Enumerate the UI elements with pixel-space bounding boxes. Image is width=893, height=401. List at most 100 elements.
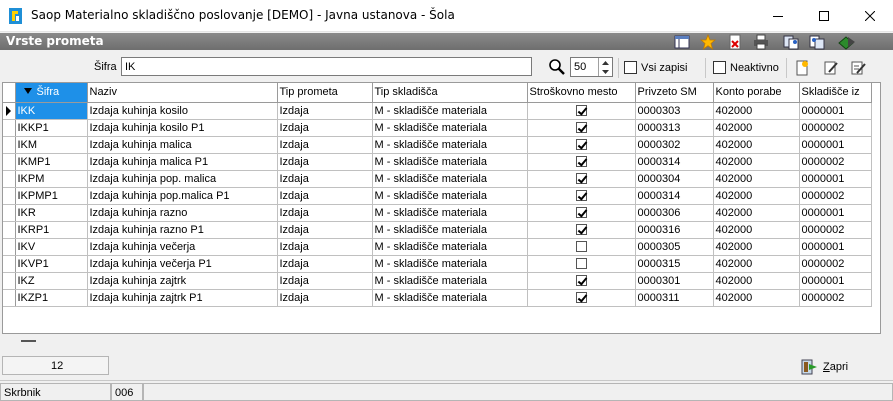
column-header-default-cc[interactable]: Privzeto SM [635,83,714,103]
cell-code: IKRP1 [15,221,88,239]
cell-cost-center[interactable] [527,221,636,239]
column-header-store-from[interactable]: Skladišče iz [799,83,872,103]
cell-code: IKR [15,204,88,222]
cell-code: IKZP1 [15,289,88,307]
row-indicator[interactable] [3,170,16,188]
layout-button[interactable] [673,33,691,51]
row-indicator[interactable] [3,238,16,256]
cell-account: 402000 [713,289,800,307]
inactive-label: Neaktivno [730,62,779,74]
code-filter-input[interactable] [121,57,532,76]
cell-store-type: M - skladišče materiala [372,255,528,273]
close-button[interactable]: Zapri [801,356,855,378]
record-limit-stepper[interactable]: 50 [570,57,613,77]
all-records-checkbox[interactable] [624,61,637,74]
table-row[interactable]: IKM Izdaja kuhinja malica Izdaja M - skladi… [3,136,872,154]
minimize-button[interactable] [755,0,801,32]
cell-store-from: 0000001 [799,102,872,120]
cell-store-type: M - skladišče materiala [372,170,528,188]
cell-cost-center[interactable] [527,204,636,222]
cost-center-checkbox[interactable] [575,241,587,253]
cell-cost-center[interactable] [527,136,636,154]
cost-center-checkbox[interactable] [575,105,587,117]
export-button[interactable] [838,33,856,51]
table-row[interactable]: IKPMP1 Izdaja kuhinja pop.malica P1 Izdaja… [3,187,872,205]
row-indicator[interactable] [3,102,16,120]
column-header-cost-center[interactable]: Stroškovno mesto [527,83,636,103]
cell-cost-center[interactable] [527,238,636,256]
cell-cost-center[interactable] [527,187,636,205]
cost-center-checkbox[interactable] [575,156,587,168]
cell-name: Izdaja kuhinja malica P1 [87,153,278,171]
close-window-button[interactable] [847,0,893,32]
paste-button[interactable] [808,33,826,51]
table-row[interactable]: IKKP1 Izdaja kuhinja kosilo P1 Izdaja M - s… [3,119,872,137]
cell-code: IKMP1 [15,153,88,171]
favorites-button[interactable] [699,33,717,51]
column-header-name[interactable]: Naziv [87,83,278,103]
copy-button[interactable] [782,33,800,51]
table-row[interactable]: IKV Izdaja kuhinja večerja Izdaja M - sklad… [3,238,872,256]
cost-center-checkbox[interactable] [575,190,587,202]
row-indicator[interactable] [3,255,16,273]
cell-cost-center[interactable] [527,289,636,307]
maximize-button[interactable] [801,0,847,32]
cost-center-checkbox[interactable] [575,207,587,219]
cell-cost-center[interactable] [527,119,636,137]
cell-name: Izdaja kuhinja večerja [87,238,278,256]
cell-default-cc: 0000303 [635,102,714,120]
records-grid[interactable]: Šifra Naziv Tip prometa Tip skladišča St… [2,82,881,334]
row-indicator[interactable] [3,221,16,239]
status-user: Skrbnik [0,383,111,401]
row-indicator[interactable] [3,153,16,171]
table-row[interactable]: IKVP1 Izdaja kuhinja večerja P1 Izdaja M - … [3,255,872,273]
cell-account: 402000 [713,187,800,205]
cost-center-checkbox[interactable] [575,139,587,151]
row-indicator[interactable] [3,272,16,290]
delete-filter-button[interactable] [726,33,744,51]
table-row[interactable]: IKK Izdaja kuhinja kosilo Izdaja M - skladi… [3,102,872,120]
cost-center-checkbox[interactable] [575,224,587,236]
table-row[interactable]: IKPM Izdaja kuhinja pop. malica Izdaja M - … [3,170,872,188]
cost-center-checkbox[interactable] [575,275,587,287]
record-count-box: 12 [2,356,109,375]
row-indicator[interactable] [3,119,16,137]
cost-center-checkbox[interactable] [575,122,587,134]
status-message [143,383,893,401]
cost-center-checkbox[interactable] [575,292,587,304]
search-icon[interactable] [548,58,566,76]
edit-record-button[interactable] [822,59,840,77]
panel-splitter-handle[interactable] [21,340,36,342]
table-row[interactable]: IKZP1 Izdaja kuhinja zajtrk P1 Izdaja M - s… [3,289,872,307]
new-record-button[interactable] [793,59,811,77]
row-indicator[interactable] [3,136,16,154]
spin-up-button[interactable] [598,58,612,67]
cell-store-type: M - skladišče materiala [372,289,528,307]
close-button-label: Zapri [823,361,849,373]
cell-cost-center[interactable] [527,272,636,290]
row-indicator[interactable] [3,187,16,205]
code-filter-label: Šifra [94,61,117,73]
cell-cost-center[interactable] [527,153,636,171]
inactive-checkbox[interactable] [713,61,726,74]
column-header-account[interactable]: Konto porabe [713,83,800,103]
cell-type: Izdaja [277,153,373,171]
edit-multiple-button[interactable] [849,59,867,77]
spin-down-button[interactable] [598,67,612,76]
row-indicator[interactable] [3,289,16,307]
column-header-code[interactable]: Šifra [15,83,88,103]
cell-cost-center[interactable] [527,170,636,188]
row-indicator[interactable] [3,204,16,222]
column-header-store-type[interactable]: Tip skladišča [372,83,528,103]
table-row[interactable]: IKMP1 Izdaja kuhinja malica P1 Izdaja M - s… [3,153,872,171]
cell-cost-center[interactable] [527,255,636,273]
table-row[interactable]: IKZ Izdaja kuhinja zajtrk Izdaja M - skladi… [3,272,872,290]
cell-cost-center[interactable] [527,102,636,120]
table-row[interactable]: IKRP1 Izdaja kuhinja razno P1 Izdaja M - sk… [3,221,872,239]
cost-center-checkbox[interactable] [575,173,587,185]
cost-center-checkbox[interactable] [575,258,587,270]
print-button[interactable] [752,33,770,51]
column-header-type[interactable]: Tip prometa [277,83,373,103]
table-row[interactable]: IKR Izdaja kuhinja razno Izdaja M - skladiš… [3,204,872,222]
cell-default-cc: 0000314 [635,187,714,205]
